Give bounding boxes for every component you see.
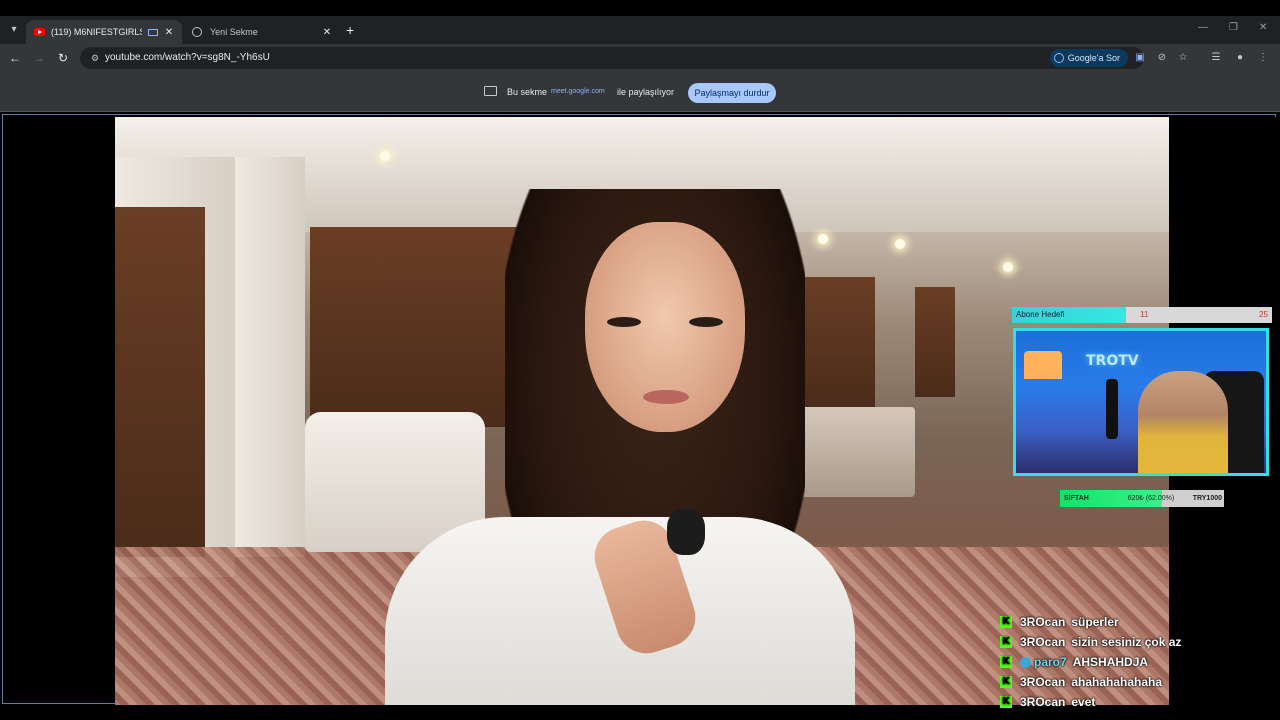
tab-new-tab[interactable]: Yeni Sekme ✕	[184, 20, 340, 44]
chat-text: evet	[1071, 695, 1096, 709]
donation-goal-bar: SİFTAH 620₺ (62.00%) TRY1000	[1060, 490, 1224, 507]
donation-goal-value: 620₺ (62.00%)	[1127, 495, 1175, 502]
site-info-icon[interactable]: ⚙	[88, 51, 102, 65]
new-tab-plus-icon[interactable]: +	[346, 22, 354, 38]
donation-goal-target: TRY1000	[1192, 495, 1222, 502]
address-bar[interactable]: ⚙ youtube.com/watch?v=sg8N_-Yh6sU Google…	[80, 47, 1144, 69]
chat-username: 3ROcan	[1020, 615, 1066, 629]
streamer-webcam: TROTV	[1013, 328, 1269, 476]
tab-title: Yeni Sekme	[210, 27, 258, 37]
tab-search-chevron-icon[interactable]: ▾	[6, 22, 22, 38]
tab-strip: ▾ (119) M6NIFESTGIRLS | 7. B ✕ Yeni Sekm…	[0, 16, 1280, 44]
ceiling-light	[895, 239, 905, 249]
subscriber-goal-bar: Abone Hedefi 11 25	[1012, 307, 1272, 323]
person-face	[585, 222, 745, 432]
forward-arrow-icon[interactable]: →	[31, 50, 47, 66]
share-domain-link[interactable]: meet.google.com	[551, 88, 605, 95]
webcam-lamp	[1024, 351, 1062, 379]
chat-message: K 3ROcan ahahahahahaha	[1000, 672, 1260, 692]
chrome-favicon-icon	[192, 27, 202, 37]
subscriber-goal-target: 25	[1259, 310, 1268, 319]
close-tab-icon[interactable]: ✕	[164, 27, 174, 38]
tab-title: (119) M6NIFESTGIRLS | 7. B	[51, 27, 142, 37]
restore-icon[interactable]: ❐	[1229, 22, 1238, 33]
webcam-neon-sign: TROTV	[1086, 353, 1139, 369]
browser-toolbar: ← → ↻ ⚙ youtube.com/watch?v=sg8N_-Yh6sU …	[0, 44, 1280, 72]
kick-badge-icon: K	[1000, 616, 1012, 628]
chat-username: 3ROcan	[1020, 675, 1066, 689]
url-text[interactable]: youtube.com/watch?v=sg8N_-Yh6sU	[105, 47, 270, 69]
subscriber-badge-icon	[1020, 656, 1031, 668]
subscriber-goal-label: Abone Hedefi	[1016, 310, 1065, 319]
chat-username: 3ROcan	[1020, 635, 1066, 649]
close-tab-icon[interactable]: ✕	[322, 27, 332, 38]
donation-goal-label: SİFTAH	[1064, 495, 1089, 502]
chat-text: AHSHAHDJA	[1072, 655, 1149, 669]
chat-message: K 3ROcan sizin sesiniz çok az	[1000, 632, 1260, 652]
cast-icon[interactable]: ▣	[1132, 50, 1148, 66]
screen-share-icon	[484, 86, 497, 96]
person-eye	[607, 317, 641, 327]
youtube-favicon-icon	[34, 28, 45, 36]
reading-list-icon[interactable]: ☰	[1208, 50, 1224, 66]
ceiling-light	[818, 234, 828, 244]
webcam-microphone	[1106, 379, 1118, 439]
chat-text: ahahahahahaha	[1071, 675, 1163, 689]
reload-icon[interactable]: ↻	[55, 50, 71, 66]
bookmark-star-icon[interactable]: ☆	[1175, 50, 1191, 66]
person-lips	[643, 390, 689, 404]
chat-username: 3ROcan	[1020, 695, 1066, 709]
share-text-prefix: Bu sekme	[507, 87, 548, 97]
held-object	[667, 509, 705, 555]
subscriber-goal-current: 11	[1140, 310, 1149, 319]
google-ask-label: Google'a Sor	[1067, 53, 1120, 63]
chat-message: K 3ROcan evet	[1000, 692, 1260, 712]
video-scene-door	[915, 287, 955, 397]
minimize-icon[interactable]: —	[1198, 22, 1208, 33]
profile-avatar-icon[interactable]: ●	[1232, 50, 1248, 66]
kick-badge-icon: K	[1000, 656, 1012, 668]
ceiling-light	[1003, 262, 1013, 272]
google-lens-icon	[1053, 53, 1064, 63]
stream-chat: K 3ROcan süperler K 3ROcan sizin sesiniz…	[1000, 612, 1260, 712]
tab-sharing-bar: Bu sekme meet.google.com ile paylaşılıyo…	[0, 72, 1280, 112]
chat-text: süperler	[1071, 615, 1119, 629]
kick-badge-icon: K	[1000, 636, 1012, 648]
webcam-streamer	[1138, 371, 1228, 473]
person-eye	[689, 317, 723, 327]
chat-message: K paro7 AHSHAHDJA	[1000, 652, 1260, 672]
stop-sharing-button[interactable]: Paylaşmayı durdur	[688, 83, 776, 103]
chat-text: sizin sesiniz çok az	[1071, 635, 1182, 649]
chat-username: paro7	[1034, 655, 1067, 669]
google-ask-button[interactable]: Google'a Sor	[1049, 49, 1128, 67]
video-scene-pillar	[235, 157, 305, 557]
ceiling-light	[380, 151, 390, 161]
chat-message: K 3ROcan süperler	[1000, 612, 1260, 632]
close-window-icon[interactable]: ✕	[1259, 22, 1267, 33]
top-black-band	[0, 0, 1280, 16]
share-text-suffix: ile paylaşılıyor	[617, 87, 675, 97]
tab-youtube[interactable]: (119) M6NIFESTGIRLS | 7. B ✕	[26, 20, 182, 44]
kebab-menu-icon[interactable]: ⋮	[1255, 50, 1271, 66]
video-scene-door	[115, 207, 205, 557]
kick-badge-icon: K	[1000, 696, 1012, 708]
back-arrow-icon[interactable]: ←	[7, 50, 23, 66]
eye-off-icon[interactable]: ⊘	[1154, 50, 1170, 66]
sharing-indicator-icon	[148, 28, 158, 36]
video-scene-door	[805, 277, 875, 407]
kick-badge-icon: K	[1000, 676, 1012, 688]
